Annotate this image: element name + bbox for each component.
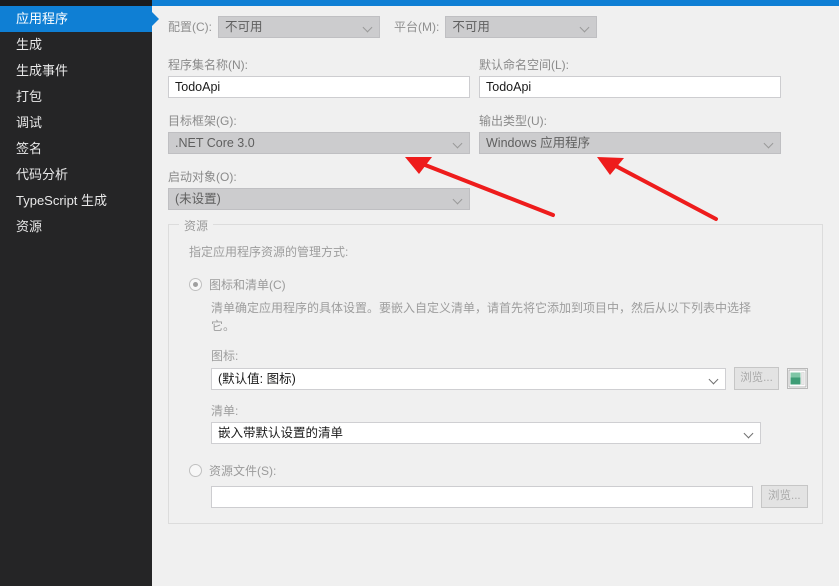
- startup-object-row: 启动对象(O): (未设置): [168, 168, 823, 210]
- sidebar-item-typescript-build[interactable]: TypeScript 生成: [0, 188, 152, 214]
- icon-field-row: (默认值: 图标) 浏览...: [211, 367, 808, 390]
- configuration-value: 不可用: [225, 20, 263, 34]
- manifest-field-row: 嵌入带默认设置的清单: [211, 422, 808, 444]
- chevron-down-icon: [581, 24, 589, 32]
- chevron-down-icon: [765, 140, 773, 148]
- target-framework-value: .NET Core 3.0: [175, 136, 255, 150]
- target-framework-label: 目标框架(G):: [168, 114, 237, 128]
- project-properties-window: 应用程序 生成 生成事件 打包 调试 签名 代码分析 TypeScript 生成…: [0, 0, 839, 586]
- top-accent-bar-sidebar-segment: [0, 0, 152, 6]
- resource-file-row: 浏览...: [211, 485, 808, 508]
- sidebar-item-signing[interactable]: 签名: [0, 136, 152, 162]
- sidebar-item-application[interactable]: 应用程序: [0, 6, 159, 32]
- sidebar-item-build[interactable]: 生成: [0, 32, 152, 58]
- startup-object-value: (未设置): [175, 192, 221, 206]
- chevron-down-icon: [364, 24, 372, 32]
- chevron-down-icon: [710, 376, 718, 384]
- platform-label: 平台(M):: [394, 20, 440, 34]
- resource-file-radio-label: 资源文件(S):: [209, 464, 277, 478]
- default-namespace-input[interactable]: TodoApi: [479, 76, 781, 98]
- icon-and-manifest-radio-label: 图标和清单(C): [209, 278, 286, 292]
- configuration-platform-row: 配置(C): 不可用 平台(M): 不可用: [168, 16, 823, 38]
- resource-file-browse-button[interactable]: 浏览...: [760, 485, 808, 508]
- configuration-label: 配置(C):: [168, 20, 212, 34]
- icon-value: (默认值: 图标): [218, 371, 296, 386]
- application-settings-pane: 配置(C): 不可用 平台(M): 不可用 程序集名称(N): TodoApi …: [152, 0, 839, 586]
- resources-groupbox: 资源 指定应用程序资源的管理方式: 图标和清单(C) 清单确定应用程序的具体设置…: [168, 217, 823, 524]
- sidebar-item-label: 调试: [16, 115, 43, 130]
- output-type-label: 输出类型(U):: [479, 114, 547, 128]
- icon-and-manifest-radio-row[interactable]: 图标和清单(C): [189, 276, 808, 293]
- icon-field-label: 图标:: [211, 349, 239, 363]
- sidebar-item-label: 签名: [16, 141, 43, 156]
- sidebar-item-label: TypeScript 生成: [16, 193, 108, 208]
- assembly-namespace-row: 程序集名称(N): TodoApi 默认命名空间(L): TodoApi: [168, 56, 823, 98]
- platform-value: 不可用: [452, 20, 490, 34]
- sidebar-item-label: 生成: [16, 37, 43, 52]
- manifest-field-label: 清单:: [211, 404, 239, 418]
- chevron-down-icon: [454, 140, 462, 148]
- assembly-name-label: 程序集名称(N):: [168, 58, 248, 72]
- sidebar-item-build-events[interactable]: 生成事件: [0, 58, 152, 84]
- chevron-down-icon: [454, 196, 462, 204]
- sidebar-item-resources[interactable]: 资源: [0, 214, 152, 240]
- startup-object-dropdown[interactable]: (未设置): [168, 188, 470, 210]
- sidebar-item-label: 生成事件: [16, 63, 69, 78]
- manifest-value: 嵌入带默认设置的清单: [218, 426, 344, 440]
- resources-group-title: 资源: [179, 217, 214, 234]
- target-framework-dropdown[interactable]: .NET Core 3.0: [168, 132, 470, 154]
- framework-outputtype-row: 目标框架(G): .NET Core 3.0 输出类型(U): Windows …: [168, 112, 823, 154]
- icon-browse-button[interactable]: 浏览...: [733, 367, 779, 390]
- sidebar-item-label: 资源: [16, 219, 43, 234]
- resource-file-radio-row[interactable]: 资源文件(S):: [189, 462, 808, 479]
- sidebar-item-label: 打包: [16, 89, 43, 104]
- default-namespace-label: 默认命名空间(L):: [479, 58, 570, 72]
- icon-dropdown[interactable]: (默认值: 图标): [211, 367, 726, 390]
- sidebar-item-package[interactable]: 打包: [0, 84, 152, 110]
- sidebar-item-label: 代码分析: [16, 167, 69, 182]
- radio-icon[interactable]: [189, 278, 202, 291]
- sidebar-item-code-analysis[interactable]: 代码分析: [0, 162, 152, 188]
- output-type-dropdown[interactable]: Windows 应用程序: [479, 132, 781, 154]
- resources-description: 指定应用程序资源的管理方式:: [189, 245, 349, 259]
- resource-file-input[interactable]: [211, 485, 753, 508]
- sidebar-item-debug[interactable]: 调试: [0, 110, 152, 136]
- manifest-description-paragraph: 清单确定应用程序的具体设置。要嵌入自定义清单，请首先将它添加到项目中，然后从以下…: [211, 301, 752, 333]
- sidebar-item-label: 应用程序: [16, 11, 69, 26]
- platform-dropdown[interactable]: 不可用: [445, 16, 598, 38]
- properties-category-sidebar: 应用程序 生成 生成事件 打包 调试 签名 代码分析 TypeScript 生成…: [0, 0, 159, 586]
- chevron-down-icon: [745, 430, 753, 438]
- icon-preview-thumbnail: [787, 368, 808, 389]
- assembly-name-input[interactable]: TodoApi: [168, 76, 470, 98]
- configuration-dropdown[interactable]: 不可用: [218, 16, 380, 38]
- app-icon-glyph: [788, 369, 807, 388]
- manifest-dropdown[interactable]: 嵌入带默认设置的清单: [211, 422, 761, 444]
- output-type-value: Windows 应用程序: [486, 136, 591, 150]
- radio-icon[interactable]: [189, 464, 202, 477]
- startup-object-label: 启动对象(O):: [168, 170, 237, 184]
